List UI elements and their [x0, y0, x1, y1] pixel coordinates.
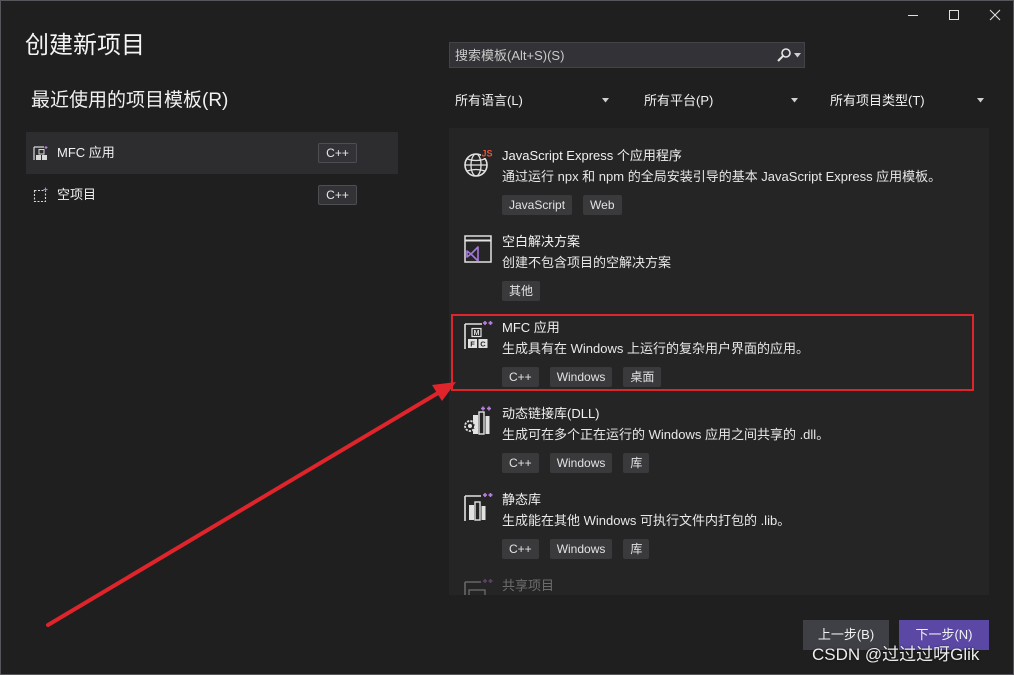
recent-template-item[interactable]: 空项目 C++	[26, 174, 398, 216]
static-library-icon	[464, 493, 493, 521]
template-item[interactable]: M F C MFC 应用 生成具有在 Windows 上运行的复杂用户界面的应用…	[449, 314, 989, 400]
dll-icon	[464, 406, 491, 435]
language-filter-label: 所有语言(L)	[455, 93, 523, 108]
maximize-button[interactable]	[934, 0, 974, 30]
template-title: 共享项目	[502, 578, 555, 593]
mfc-icon-letter: M	[474, 330, 480, 337]
template-tag: 库	[623, 453, 650, 473]
template-description: 生成具有在 Windows 上运行的复杂用户界面的应用。	[502, 341, 809, 356]
template-tags: C++ Windows 库	[502, 539, 650, 559]
template-tag: C++	[502, 539, 539, 559]
template-title: 空白解决方案	[502, 234, 581, 249]
empty-project-icon	[33, 187, 48, 203]
back-button[interactable]: 上一步(B)	[803, 620, 889, 650]
template-description: 创建不包含项目的空解决方案	[502, 255, 672, 270]
language-filter-dropdown[interactable]: 所有语言(L)	[449, 88, 615, 113]
template-item[interactable]: 静态库 生成能在其他 Windows 可执行文件内打包的 .lib。 C++ W…	[449, 486, 989, 572]
shared-project-icon	[464, 579, 493, 595]
template-tag: 桌面	[623, 367, 662, 387]
project-type-filter-label: 所有项目类型(T)	[830, 93, 925, 108]
template-tag: Windows	[549, 453, 613, 473]
minimize-icon	[908, 15, 918, 16]
mfc-app-icon	[33, 146, 48, 160]
chevron-down-icon	[791, 98, 798, 103]
template-item[interactable]: 共享项目	[449, 572, 989, 595]
template-tag: Windows	[549, 367, 613, 387]
recent-template-label: MFC 应用	[57, 145, 115, 160]
search-box[interactable]	[449, 42, 805, 68]
language-badge: C++	[318, 185, 357, 205]
template-tags: C++ Windows 库	[502, 453, 650, 473]
template-tag: C++	[502, 367, 539, 387]
template-tag: JavaScript	[502, 195, 573, 215]
close-button[interactable]	[975, 0, 1014, 30]
template-list[interactable]: JS JavaScript Express 个应用程序 通过运行 npx 和 n…	[449, 128, 989, 595]
maximize-icon	[949, 10, 959, 20]
platform-filter-label: 所有平台(P)	[644, 93, 714, 108]
minimize-button[interactable]	[893, 0, 933, 30]
search-input[interactable]	[450, 43, 772, 67]
recent-templates-heading: 最近使用的项目模板(R)	[31, 90, 229, 111]
template-title: 动态链接库(DLL)	[502, 406, 600, 421]
template-tag: Web	[583, 195, 622, 215]
chevron-down-icon	[977, 98, 984, 103]
chevron-down-icon	[602, 98, 609, 103]
close-icon	[989, 9, 1001, 21]
recent-template-label: 空项目	[57, 187, 97, 202]
template-title: 静态库	[502, 492, 542, 507]
recent-template-item[interactable]: MFC 应用 C++	[26, 132, 398, 174]
search-icon[interactable]	[776, 47, 792, 63]
template-tag: Windows	[549, 539, 613, 559]
mfc-icon-letter: F	[470, 339, 475, 348]
language-badge: C++	[318, 143, 357, 163]
template-tags: 其他	[502, 281, 541, 301]
template-description: 通过运行 npx 和 npm 的全局安装引导的基本 JavaScript Exp…	[502, 169, 942, 184]
template-title: JavaScript Express 个应用程序	[502, 148, 682, 163]
template-item[interactable]: 动态链接库(DLL) 生成可在多个正在运行的 Windows 应用之间共享的 .…	[449, 400, 989, 486]
globe-js-icon: JS	[464, 148, 493, 177]
chevron-down-icon[interactable]	[794, 53, 801, 58]
template-tag: 库	[623, 539, 650, 559]
page-title: 创建新项目	[25, 32, 145, 59]
mfc-app-icon: M F C	[464, 321, 493, 349]
platform-filter-dropdown[interactable]: 所有平台(P)	[638, 88, 804, 113]
blank-solution-icon	[464, 235, 492, 263]
template-tags: JavaScript Web	[502, 195, 622, 215]
js-badge-text: JS	[481, 149, 492, 159]
template-item[interactable]: JS JavaScript Express 个应用程序 通过运行 npx 和 n…	[449, 142, 989, 228]
mfc-icon-letter: C	[480, 339, 486, 348]
project-type-filter-dropdown[interactable]: 所有项目类型(T)	[824, 88, 990, 113]
template-tag: 其他	[502, 281, 541, 301]
next-button[interactable]: 下一步(N)	[899, 620, 989, 650]
create-project-dialog: 创建新项目 最近使用的项目模板(R) MFC 应用 C++ 空项目 C++ 搜索…	[0, 0, 1014, 675]
template-description: 生成可在多个正在运行的 Windows 应用之间共享的 .dll。	[502, 427, 830, 442]
template-tag: C++	[502, 453, 539, 473]
template-description: 生成能在其他 Windows 可执行文件内打包的 .lib。	[502, 513, 791, 528]
recent-templates-list: MFC 应用 C++ 空项目 C++	[26, 132, 398, 216]
template-title: MFC 应用	[502, 320, 560, 335]
template-tags: C++ Windows 桌面	[502, 367, 662, 387]
template-item[interactable]: 空白解决方案 创建不包含项目的空解决方案 其他	[449, 228, 989, 314]
